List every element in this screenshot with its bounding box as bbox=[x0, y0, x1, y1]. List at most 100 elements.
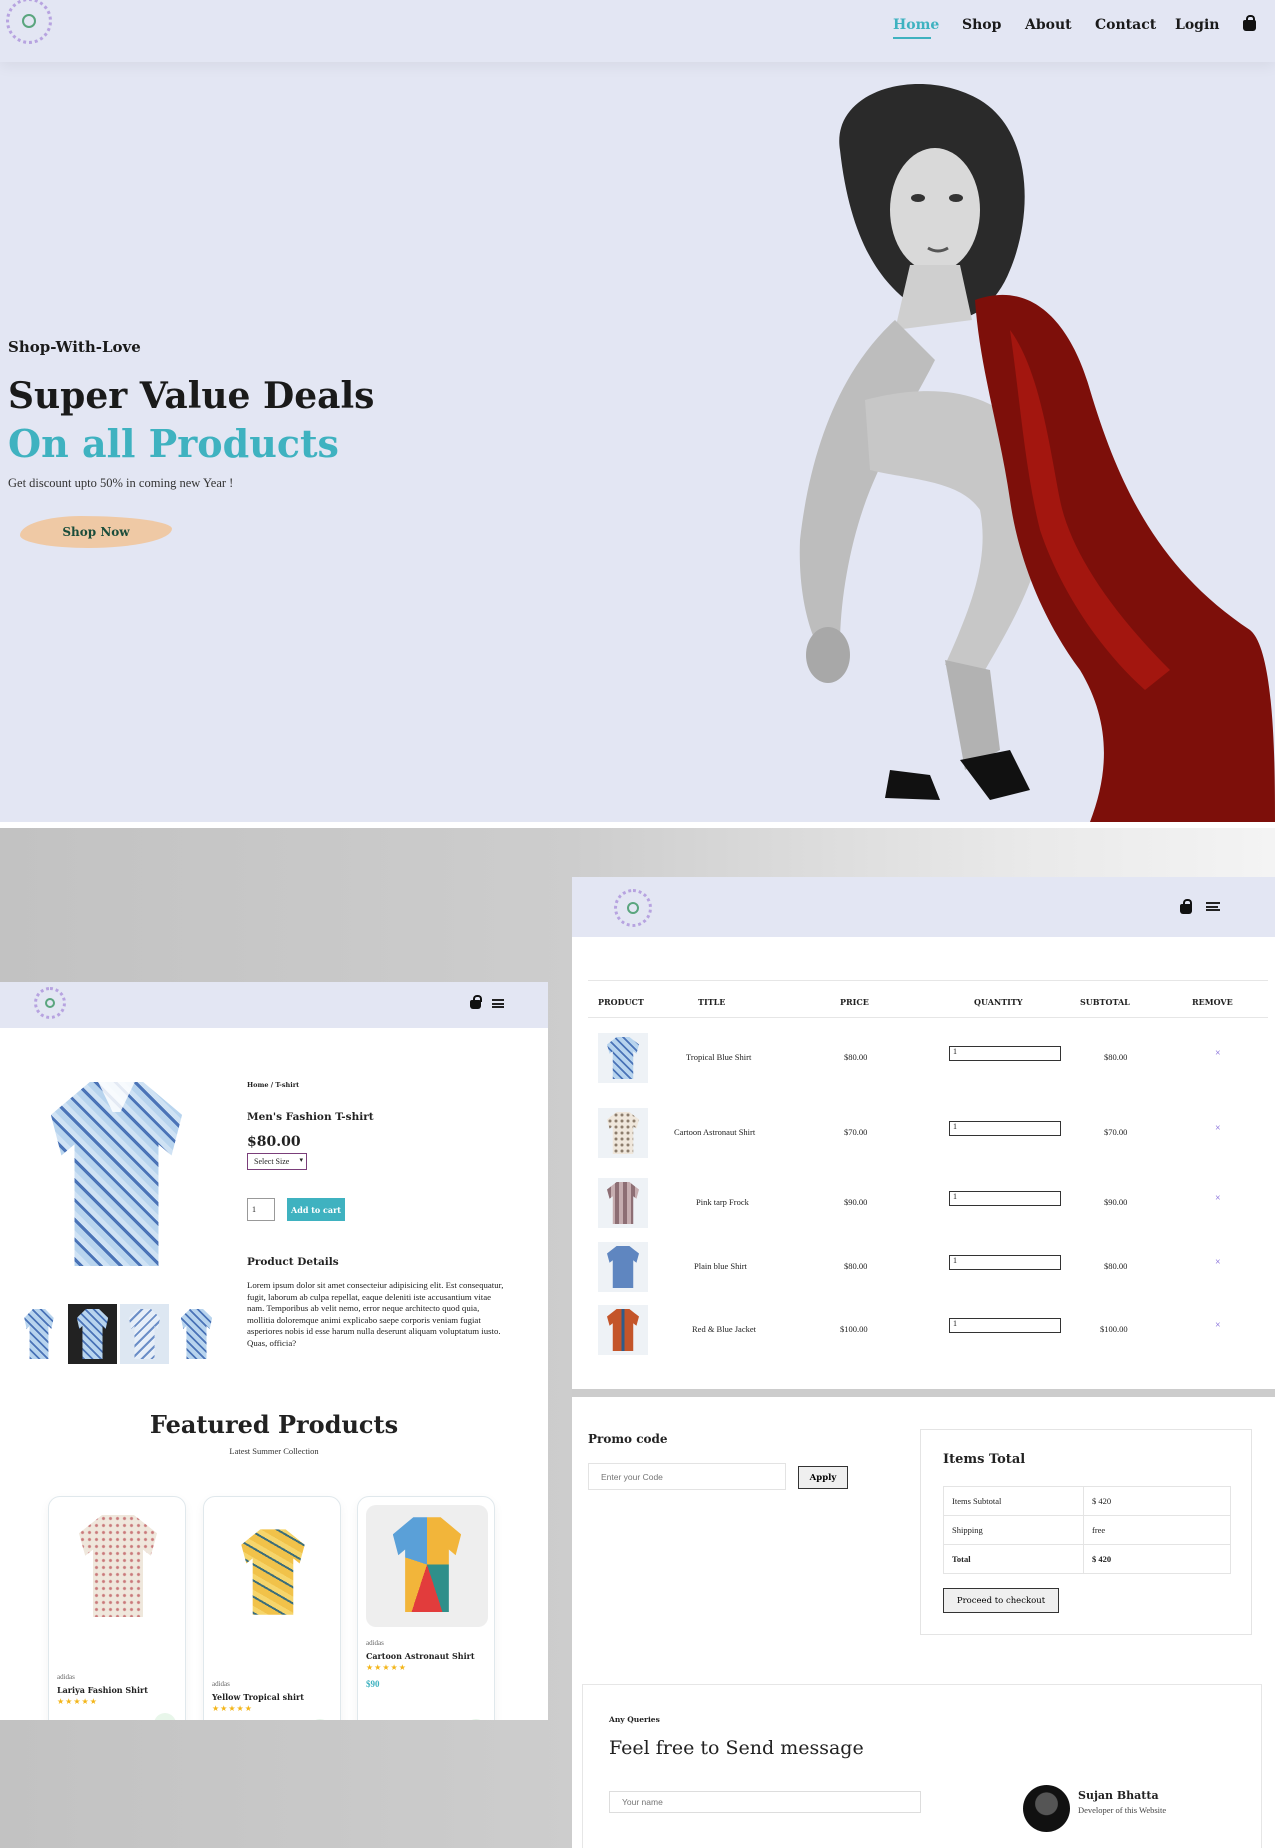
cart-qty-input[interactable]: 1 bbox=[949, 1121, 1061, 1136]
product-thumbnail[interactable] bbox=[172, 1304, 221, 1364]
hero-subtitle: Shop-With-Love bbox=[8, 338, 141, 356]
cart-qty-input[interactable]: 1 bbox=[949, 1255, 1061, 1270]
hero-text: Get discount upto 50% in coming new Year… bbox=[8, 476, 234, 490]
promo-code-input[interactable] bbox=[588, 1463, 786, 1490]
table-row: Items Subtotal $ 420 bbox=[943, 1486, 1231, 1516]
product-name: Lariya Fashion Shirt bbox=[57, 1685, 148, 1695]
product-thumbnail[interactable] bbox=[16, 1304, 62, 1364]
cart-item-price: $100.00 bbox=[840, 1324, 868, 1334]
quantity-input[interactable]: 1 bbox=[247, 1198, 275, 1221]
totals-label: Shipping bbox=[943, 1515, 1084, 1545]
contact-eyebrow: Any Queries bbox=[609, 1715, 660, 1724]
product-brand: adidas bbox=[212, 1680, 230, 1688]
size-select[interactable]: Select Size ▾ bbox=[247, 1153, 307, 1170]
column-header-quantity: QUANTITY bbox=[974, 997, 1023, 1007]
nav-login[interactable]: Login bbox=[1175, 17, 1219, 33]
table-row: Plain blue Shirt $80.00 1 $80.00 × bbox=[588, 1237, 1268, 1299]
remove-icon[interactable]: × bbox=[1215, 1048, 1221, 1059]
product-name: Cartoon Astronaut Shirt bbox=[366, 1651, 475, 1661]
cart-item-title: Pink tarp Frock bbox=[696, 1197, 749, 1207]
cart-qty-input[interactable]: 1 bbox=[949, 1318, 1061, 1333]
nav-home[interactable]: Home bbox=[893, 17, 939, 33]
product-page-preview: Home / T-shirt Men's Fashion T-shirt $80… bbox=[0, 982, 548, 1720]
cart-item-title: Tropical Blue Shirt bbox=[686, 1052, 752, 1062]
product-details-text: Lorem ipsum dolor sit amet consecteiur a… bbox=[247, 1280, 504, 1348]
cart-item-image bbox=[598, 1108, 648, 1158]
totals-label: Items Subtotal bbox=[943, 1486, 1084, 1516]
remove-icon[interactable]: × bbox=[1215, 1257, 1221, 1268]
remove-icon[interactable]: × bbox=[1215, 1123, 1221, 1134]
cart-item-subtotal: $80.00 bbox=[1104, 1261, 1128, 1271]
contact-form-section: Any Queries Feel free to Send message Su… bbox=[582, 1684, 1262, 1848]
hero-heading-accent: On all Products bbox=[8, 421, 339, 466]
proceed-to-checkout-button[interactable]: Proceed to checkout bbox=[943, 1588, 1059, 1613]
cart-item-subtotal: $70.00 bbox=[1104, 1127, 1128, 1137]
cart-item-price: $90.00 bbox=[844, 1197, 868, 1207]
cart-item-title: Plain blue Shirt bbox=[694, 1261, 747, 1271]
product-thumbnail[interactable] bbox=[68, 1304, 117, 1364]
cart-item-image bbox=[598, 1178, 648, 1228]
shopping-bag-icon[interactable] bbox=[470, 995, 482, 1009]
product-card[interactable]: adidas Cartoon Astronaut Shirt ★★★★★ $90 bbox=[357, 1496, 495, 1720]
cart-item-subtotal: $90.00 bbox=[1104, 1197, 1128, 1207]
cart-icon[interactable] bbox=[465, 1719, 487, 1720]
remove-icon[interactable]: × bbox=[1215, 1320, 1221, 1331]
person-name: Sujan Bhatta bbox=[1078, 1789, 1159, 1802]
rating-stars-icon: ★★★★★ bbox=[57, 1697, 98, 1706]
add-to-cart-button[interactable]: Add to cart bbox=[287, 1198, 345, 1221]
person-role: Developer of this Website bbox=[1078, 1805, 1167, 1815]
featured-products-heading: Featured Products bbox=[149, 1410, 399, 1439]
cart-qty-input[interactable]: 1 bbox=[949, 1191, 1061, 1206]
column-header-title: TITLE bbox=[698, 997, 726, 1007]
totals-value: $ 420 bbox=[1083, 1544, 1231, 1574]
totals-label: Total bbox=[943, 1544, 1084, 1574]
table-header-border bbox=[588, 1017, 1268, 1018]
logo-icon[interactable] bbox=[34, 987, 66, 1019]
product-details-heading: Product Details bbox=[247, 1256, 339, 1268]
promo-heading: Promo code bbox=[588, 1432, 668, 1446]
product-page-navbar bbox=[0, 982, 548, 1028]
cart-item-image bbox=[598, 1305, 648, 1355]
menu-icon[interactable] bbox=[1206, 902, 1220, 911]
column-header-subtotal: SUBTOTAL bbox=[1080, 997, 1130, 1007]
showcase-section: Home / T-shirt Men's Fashion T-shirt $80… bbox=[0, 828, 1275, 1848]
avatar bbox=[1023, 1785, 1070, 1832]
cart-item-image bbox=[598, 1242, 648, 1292]
shop-now-button[interactable]: Shop Now bbox=[20, 516, 172, 548]
menu-icon[interactable] bbox=[492, 999, 504, 1008]
cart-page-navbar bbox=[572, 877, 1275, 937]
nav-shop[interactable]: Shop bbox=[962, 17, 1001, 33]
totals-value: $ 420 bbox=[1083, 1486, 1231, 1516]
product-card[interactable]: adidas Yellow Tropical shirt ★★★★★ bbox=[203, 1496, 341, 1720]
cart-item-price: $80.00 bbox=[844, 1052, 868, 1062]
cart-icon[interactable] bbox=[309, 1719, 331, 1720]
hero-model-image bbox=[799, 84, 1275, 822]
shopping-bag-icon[interactable] bbox=[1243, 15, 1256, 31]
apply-button[interactable]: Apply bbox=[798, 1466, 848, 1489]
product-thumbnail[interactable] bbox=[120, 1304, 169, 1364]
cart-item-title: Cartoon Astronaut Shirt bbox=[674, 1127, 756, 1137]
hero-heading: Super Value Deals bbox=[8, 375, 375, 417]
cart-item-image bbox=[598, 1033, 648, 1083]
table-row: Pink tarp Frock $90.00 1 $90.00 × bbox=[588, 1173, 1268, 1235]
top-navbar: Home Shop About Contact Login bbox=[0, 0, 1275, 62]
product-price: $90 bbox=[366, 1679, 380, 1689]
cart-icon[interactable] bbox=[154, 1713, 176, 1720]
logo-icon[interactable] bbox=[6, 0, 52, 44]
table-top-border bbox=[588, 980, 1268, 981]
table-row: Red & Blue Jacket $100.00 1 $100.00 × bbox=[588, 1300, 1268, 1362]
remove-icon[interactable]: × bbox=[1215, 1193, 1221, 1204]
nav-contact[interactable]: Contact bbox=[1095, 17, 1156, 33]
nav-about[interactable]: About bbox=[1025, 17, 1072, 33]
column-header-price: PRICE bbox=[840, 997, 869, 1007]
logo-icon[interactable] bbox=[614, 889, 652, 927]
table-row: Cartoon Astronaut Shirt $70.00 1 $70.00 … bbox=[588, 1103, 1268, 1165]
cart-qty-input[interactable]: 1 bbox=[949, 1046, 1061, 1061]
cart-item-price: $70.00 bbox=[844, 1127, 868, 1137]
shopping-bag-icon[interactable] bbox=[1180, 899, 1192, 914]
name-input[interactable] bbox=[609, 1791, 921, 1813]
table-row: Total $ 420 bbox=[943, 1544, 1231, 1574]
product-card[interactable]: adidas Lariya Fashion Shirt ★★★★★ bbox=[48, 1496, 186, 1720]
featured-products-subheading: Latest Summer Collection bbox=[229, 1446, 319, 1456]
table-row: Shipping free bbox=[943, 1515, 1231, 1545]
